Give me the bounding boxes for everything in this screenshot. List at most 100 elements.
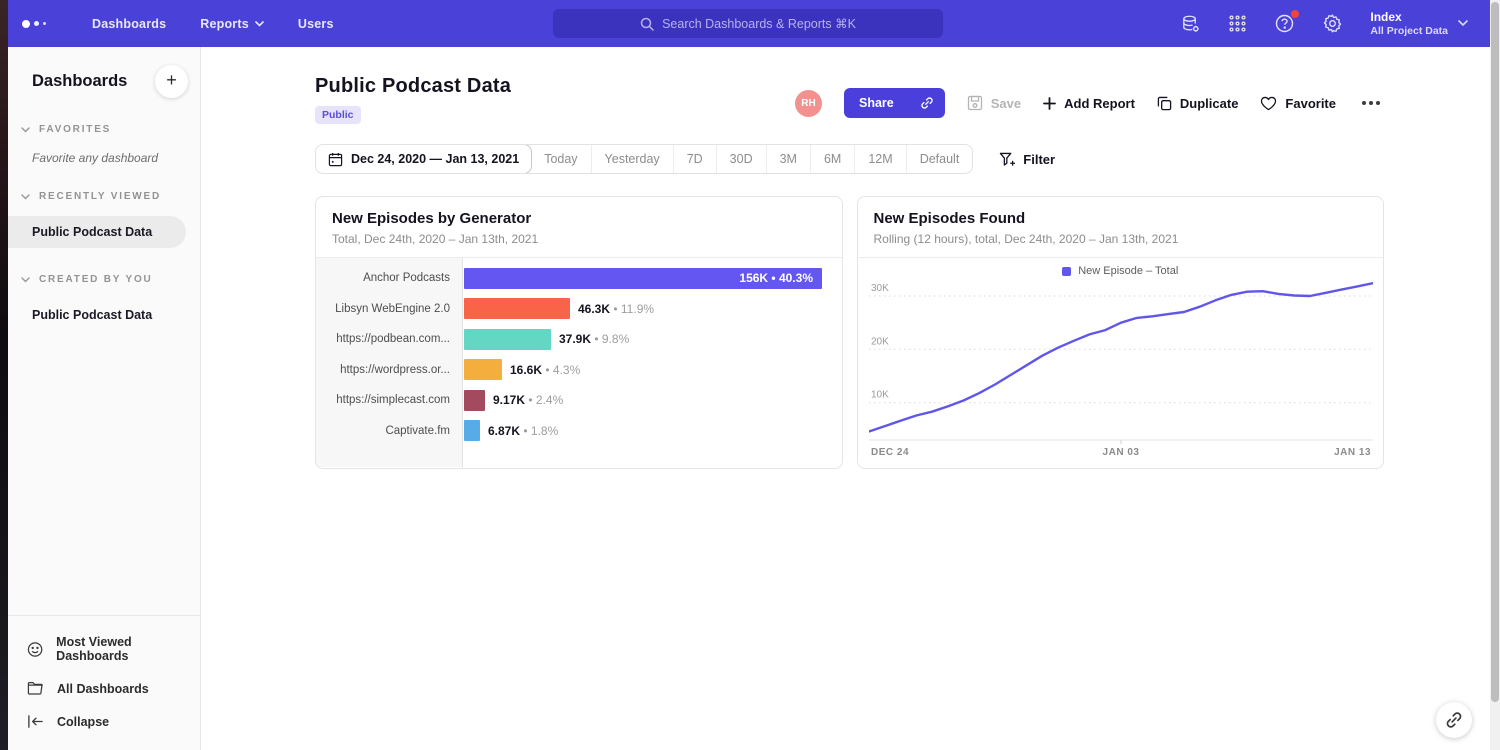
- bar-row[interactable]: Libsyn WebEngine 2.046.3K • 11.9%: [316, 294, 842, 325]
- bar-value-label: 37.9K • 9.8%: [559, 332, 629, 346]
- apps-grid-icon[interactable]: [1228, 14, 1247, 33]
- bar-value-label: 156K • 40.3%: [739, 271, 822, 285]
- header-actions: RH Share Save Add Report Duplicate: [795, 88, 1384, 118]
- date-preset-6m[interactable]: 6M: [811, 145, 855, 173]
- chevron-down-icon: [255, 21, 264, 27]
- scrollbar-thumb[interactable]: [1491, 2, 1499, 702]
- date-preset-12m[interactable]: 12M: [855, 145, 906, 173]
- date-presets: TodayYesterday7D30D3M6M12MDefault: [531, 145, 972, 173]
- search-placeholder: Search Dashboards & Reports ⌘K: [662, 16, 856, 31]
- favorites-empty-note: Favorite any dashboard: [8, 135, 200, 165]
- card-new-episodes-found[interactable]: New Episodes Found Rolling (12 hours), t…: [857, 196, 1385, 469]
- bar-row[interactable]: Anchor Podcasts156K • 40.3%: [316, 263, 842, 294]
- nav-item-dashboards[interactable]: Dashboards: [92, 17, 166, 31]
- sidebar-item-public-podcast-data[interactable]: Public Podcast Data: [8, 216, 186, 248]
- folder-icon: [27, 681, 44, 696]
- share-button[interactable]: Share: [844, 88, 909, 118]
- bar-value-label: 46.3K • 11.9%: [578, 302, 654, 316]
- bar-row[interactable]: Captivate.fm 6.87K • 1.8%: [316, 416, 842, 447]
- notification-badge: [1291, 10, 1299, 18]
- bar-value-label: 6.87K • 1.8%: [488, 424, 558, 438]
- new-dashboard-button[interactable]: +: [155, 65, 188, 98]
- public-badge: Public: [315, 106, 361, 124]
- bar-category-label: Captivate.fm: [316, 425, 463, 437]
- save-icon: [967, 95, 983, 111]
- date-preset-3m[interactable]: 3M: [767, 145, 811, 173]
- duplicate-button[interactable]: Duplicate: [1157, 96, 1239, 111]
- card-subtitle: Rolling (12 hours), total, Dec 24th, 202…: [874, 232, 1368, 246]
- copy-link-button[interactable]: [909, 88, 945, 118]
- favorite-button[interactable]: Favorite: [1260, 96, 1336, 111]
- page-scrollbar[interactable]: [1490, 0, 1500, 750]
- settings-gear-icon[interactable]: [1322, 13, 1343, 34]
- date-range-group: Dec 24, 2020 — Jan 13, 2021 TodayYesterd…: [315, 144, 973, 174]
- bar-segment[interactable]: [464, 390, 485, 411]
- dashboards-sidebar: Dashboards + FAVORITES Favorite any dash…: [8, 47, 201, 750]
- more-options-icon[interactable]: [1358, 97, 1384, 109]
- help-icon[interactable]: [1274, 13, 1295, 34]
- duplicate-icon: [1157, 96, 1172, 111]
- line-chart: New Episode – Total 10K20K30KDEC 24JAN 0…: [858, 258, 1384, 467]
- bar-row[interactable]: https://wordpress.or... 16.6K • 4.3%: [316, 355, 842, 386]
- y-axis-label: 30K: [871, 283, 889, 294]
- calendar-icon: [328, 152, 343, 167]
- bar-segment[interactable]: [464, 329, 551, 350]
- bar-category-label: https://wordpress.or...: [316, 364, 463, 376]
- share-link-fab[interactable]: [1436, 702, 1472, 738]
- link-icon: [920, 96, 934, 110]
- link-icon: [1445, 711, 1463, 729]
- section-favorites[interactable]: FAVORITES: [8, 124, 200, 135]
- nav-item-users[interactable]: Users: [298, 17, 334, 31]
- bar-segment[interactable]: 156K • 40.3%: [464, 268, 822, 289]
- all-dashboards-button[interactable]: All Dashboards: [8, 672, 200, 705]
- line-chart-svg: 10K20K30KDEC 24JAN 03JAN 13: [869, 280, 1373, 466]
- plus-icon: [1043, 97, 1056, 110]
- series-line[interactable]: [869, 283, 1373, 431]
- x-axis-label: JAN 13: [1334, 447, 1371, 458]
- main-content: Public Podcast Data Public RH Share Save…: [201, 47, 1490, 750]
- project-name: Index: [1370, 10, 1448, 26]
- sidebar-item-public-podcast-data-created[interactable]: Public Podcast Data: [8, 299, 200, 331]
- bar-value-label: 16.6K • 4.3%: [510, 363, 580, 377]
- legend-swatch: [1062, 267, 1071, 276]
- card-new-episodes-by-generator[interactable]: New Episodes by Generator Total, Dec 24t…: [315, 196, 843, 469]
- navbar-right: Index All Project Data: [1180, 0, 1468, 47]
- data-sources-icon[interactable]: [1180, 13, 1201, 34]
- save-button[interactable]: Save: [967, 95, 1021, 111]
- bar-row[interactable]: https://podbean.com... 37.9K • 9.8%: [316, 324, 842, 355]
- date-preset-7d[interactable]: 7D: [674, 145, 717, 173]
- legend-label: New Episode – Total: [1078, 265, 1178, 277]
- section-created-by-you[interactable]: CREATED BY YOU: [8, 274, 200, 285]
- date-preset-default[interactable]: Default: [907, 145, 973, 173]
- date-preset-30d[interactable]: 30D: [717, 145, 767, 173]
- add-report-button[interactable]: Add Report: [1043, 96, 1135, 111]
- bar-category-label: https://simplecast.com: [316, 394, 463, 406]
- y-axis-label: 20K: [871, 336, 889, 347]
- section-recently-viewed[interactable]: RECENTLY VIEWED: [8, 191, 200, 202]
- most-viewed-dashboards-button[interactable]: Most Viewed Dashboards: [8, 626, 200, 672]
- bar-segment[interactable]: [464, 298, 570, 319]
- project-switcher[interactable]: Index All Project Data: [1370, 10, 1468, 38]
- bar-chart: Anchor Podcasts156K • 40.3%Libsyn WebEng…: [316, 258, 842, 467]
- card-subtitle: Total, Dec 24th, 2020 – Jan 13th, 2021: [332, 232, 826, 246]
- date-preset-today[interactable]: Today: [531, 145, 591, 173]
- search-input[interactable]: Search Dashboards & Reports ⌘K: [553, 9, 943, 38]
- date-range-picker[interactable]: Dec 24, 2020 — Jan 13, 2021: [315, 144, 532, 174]
- card-title: New Episodes Found: [874, 210, 1368, 227]
- collapse-sidebar-button[interactable]: Collapse: [8, 705, 200, 738]
- desktop-edge: [0, 0, 8, 750]
- bar-category-label: https://podbean.com...: [316, 333, 463, 345]
- collapse-icon: [27, 714, 44, 729]
- bar-segment[interactable]: [464, 420, 480, 441]
- bar-row[interactable]: https://simplecast.com9.17K • 2.4%: [316, 385, 842, 416]
- chevron-down-icon: [1458, 20, 1468, 27]
- nav-item-reports[interactable]: Reports: [200, 17, 264, 31]
- amplitude-logo-icon[interactable]: [22, 20, 64, 28]
- bar-segment[interactable]: [464, 359, 502, 380]
- date-preset-yesterday[interactable]: Yesterday: [592, 145, 674, 173]
- avatar[interactable]: RH: [795, 90, 822, 117]
- x-axis-label: DEC 24: [871, 447, 909, 458]
- filter-button[interactable]: Filter: [999, 152, 1055, 167]
- share-split-button: Share: [844, 88, 945, 118]
- card-title: New Episodes by Generator: [332, 210, 826, 227]
